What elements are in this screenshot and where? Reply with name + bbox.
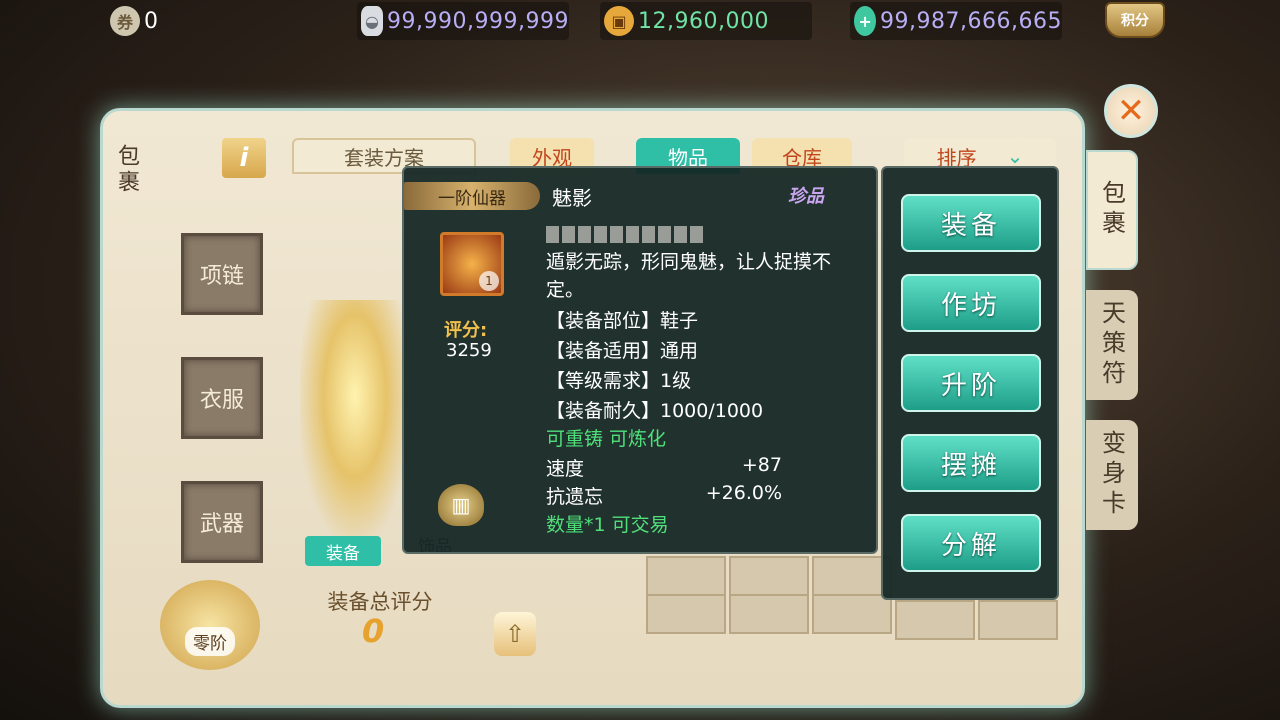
jade-amount: 99,987,666,665 bbox=[880, 8, 1062, 34]
equip-usage: 【装备适用】通用 bbox=[546, 340, 699, 362]
silver-ingot-icon: ◒ bbox=[361, 6, 384, 36]
slot-clothes-label: 衣服 bbox=[199, 388, 244, 413]
rating-value: 0 bbox=[362, 612, 385, 650]
tab-transform-card[interactable]: 变身卡 bbox=[1086, 420, 1138, 530]
empty-star-icon bbox=[578, 226, 591, 243]
score-points-label: 积分 bbox=[1121, 13, 1149, 29]
subtab-equipment-label: 装备 bbox=[326, 543, 360, 564]
silver-amount: 99,990,999,999 bbox=[387, 8, 569, 34]
item-level-badge: 1 bbox=[479, 271, 499, 291]
boots-icon: 1 bbox=[440, 232, 504, 296]
tier-label: 零阶 bbox=[185, 627, 235, 656]
tier-ribbon: 一阶仙器 bbox=[404, 182, 540, 210]
item-tooltip: 一阶仙器 魅影 珍品 1 评分: 3259 遁影无踪，形同鬼魅，让人捉摸不定。 … bbox=[402, 166, 878, 554]
inventory-cell[interactable] bbox=[895, 600, 975, 640]
upgrade-tier-button[interactable]: 升阶 bbox=[901, 354, 1041, 412]
info-icon: i bbox=[239, 143, 249, 173]
empty-star-icon bbox=[642, 226, 655, 243]
coin-amount: 12,960,000 bbox=[638, 8, 769, 34]
equip-button-label: 装备 bbox=[940, 210, 1001, 241]
close-button[interactable]: ✕ bbox=[1104, 84, 1158, 138]
stat-value: +26.0% bbox=[705, 482, 782, 504]
close-icon: ✕ bbox=[1116, 91, 1146, 131]
equip-button[interactable]: 装备 bbox=[901, 194, 1041, 252]
slot-clothes[interactable]: 衣服 bbox=[181, 357, 263, 439]
golden-toad-icon[interactable]: 零阶 bbox=[160, 580, 260, 670]
tab-transform-card-label: 变身卡 bbox=[1097, 430, 1126, 520]
voucher-currency: 券 0 bbox=[106, 2, 186, 40]
stall-button-label: 摆摊 bbox=[940, 450, 1001, 481]
empty-star-icon bbox=[594, 226, 607, 243]
durability: 【装备耐久】1000/1000 bbox=[546, 400, 764, 422]
tab-talisman[interactable]: 天策符 bbox=[1086, 290, 1138, 400]
empty-star-icon bbox=[562, 226, 575, 243]
slot-weapon-label: 武器 bbox=[199, 512, 244, 537]
trash-icon[interactable]: ▥ bbox=[438, 484, 484, 526]
voucher-icon: 券 bbox=[110, 6, 140, 36]
item-description: 遁影无踪，形同鬼魅，让人捉摸不定。 bbox=[546, 251, 832, 301]
score-label: 评分: bbox=[444, 320, 488, 341]
slot-weapon[interactable]: 武器 bbox=[181, 481, 263, 563]
score-value: 3259 bbox=[446, 340, 492, 361]
quantity-info: 数量*1 可交易 bbox=[546, 514, 669, 536]
inventory-cell[interactable] bbox=[812, 594, 892, 634]
empty-star-icon bbox=[690, 226, 703, 243]
workshop-button[interactable]: 作坊 bbox=[901, 274, 1041, 332]
level-requirement: 【等级需求】1级 bbox=[546, 370, 692, 392]
inventory-cell[interactable] bbox=[646, 556, 726, 596]
inventory-cell[interactable] bbox=[812, 556, 892, 596]
workshop-button-label: 作坊 bbox=[940, 290, 1001, 321]
empty-star-icon bbox=[674, 226, 687, 243]
inventory-cell[interactable] bbox=[729, 594, 809, 634]
copper-coin-icon: ▣ bbox=[604, 6, 634, 36]
tab-bag[interactable]: 包裹 bbox=[1086, 150, 1138, 270]
tab-bag-label: 包裹 bbox=[1097, 180, 1126, 240]
bag-title: 包裹 bbox=[114, 144, 139, 196]
tab-talisman-label: 天策符 bbox=[1097, 300, 1126, 390]
item-name: 魅影 bbox=[552, 186, 592, 210]
action-menu: 装备 作坊 升阶 摆摊 分解 bbox=[881, 166, 1059, 600]
voucher-amount: 0 bbox=[144, 8, 159, 34]
empty-star-icon bbox=[658, 226, 671, 243]
arrow-up-icon: ⇧ bbox=[504, 620, 526, 648]
stall-button[interactable]: 摆摊 bbox=[901, 434, 1041, 492]
stat-value: +87 bbox=[741, 454, 782, 476]
upgrade-tier-button-label: 升阶 bbox=[940, 370, 1001, 401]
score-points-button[interactable]: 积分 bbox=[1105, 2, 1165, 38]
inventory-cell[interactable] bbox=[646, 594, 726, 634]
empty-star-icon bbox=[546, 226, 559, 243]
decompose-button[interactable]: 分解 bbox=[901, 514, 1041, 572]
info-button[interactable]: i bbox=[222, 138, 266, 178]
stat-name: 速度 bbox=[546, 458, 585, 480]
upgrade-button[interactable]: ⇧ bbox=[494, 612, 536, 656]
stat-name: 抗遗忘 bbox=[546, 486, 604, 508]
silver-currency[interactable]: ◒ 99,990,999,999 bbox=[357, 2, 569, 40]
inventory-cell[interactable] bbox=[729, 556, 809, 596]
chevron-down-icon: ⌄ bbox=[1006, 144, 1024, 168]
character-model bbox=[300, 300, 410, 540]
decompose-button-label: 分解 bbox=[940, 530, 1001, 561]
inventory-cell[interactable] bbox=[978, 600, 1058, 640]
slot-necklace[interactable]: 项链 bbox=[181, 233, 263, 315]
jade-add-icon: + bbox=[854, 6, 877, 36]
empty-star-icon bbox=[626, 226, 639, 243]
empty-star-icon bbox=[610, 226, 623, 243]
rarity-badge: 珍品 bbox=[788, 186, 824, 207]
coin-currency[interactable]: ▣ 12,960,000 bbox=[600, 2, 812, 40]
equip-part: 【装备部位】鞋子 bbox=[546, 310, 699, 332]
star-rating bbox=[546, 226, 703, 243]
recast-info: 可重铸 可炼化 bbox=[546, 428, 667, 450]
jade-currency[interactable]: + 99,987,666,665 bbox=[850, 2, 1062, 40]
slot-necklace-label: 项链 bbox=[199, 264, 244, 289]
subtab-equipment[interactable]: 装备 bbox=[305, 536, 381, 566]
